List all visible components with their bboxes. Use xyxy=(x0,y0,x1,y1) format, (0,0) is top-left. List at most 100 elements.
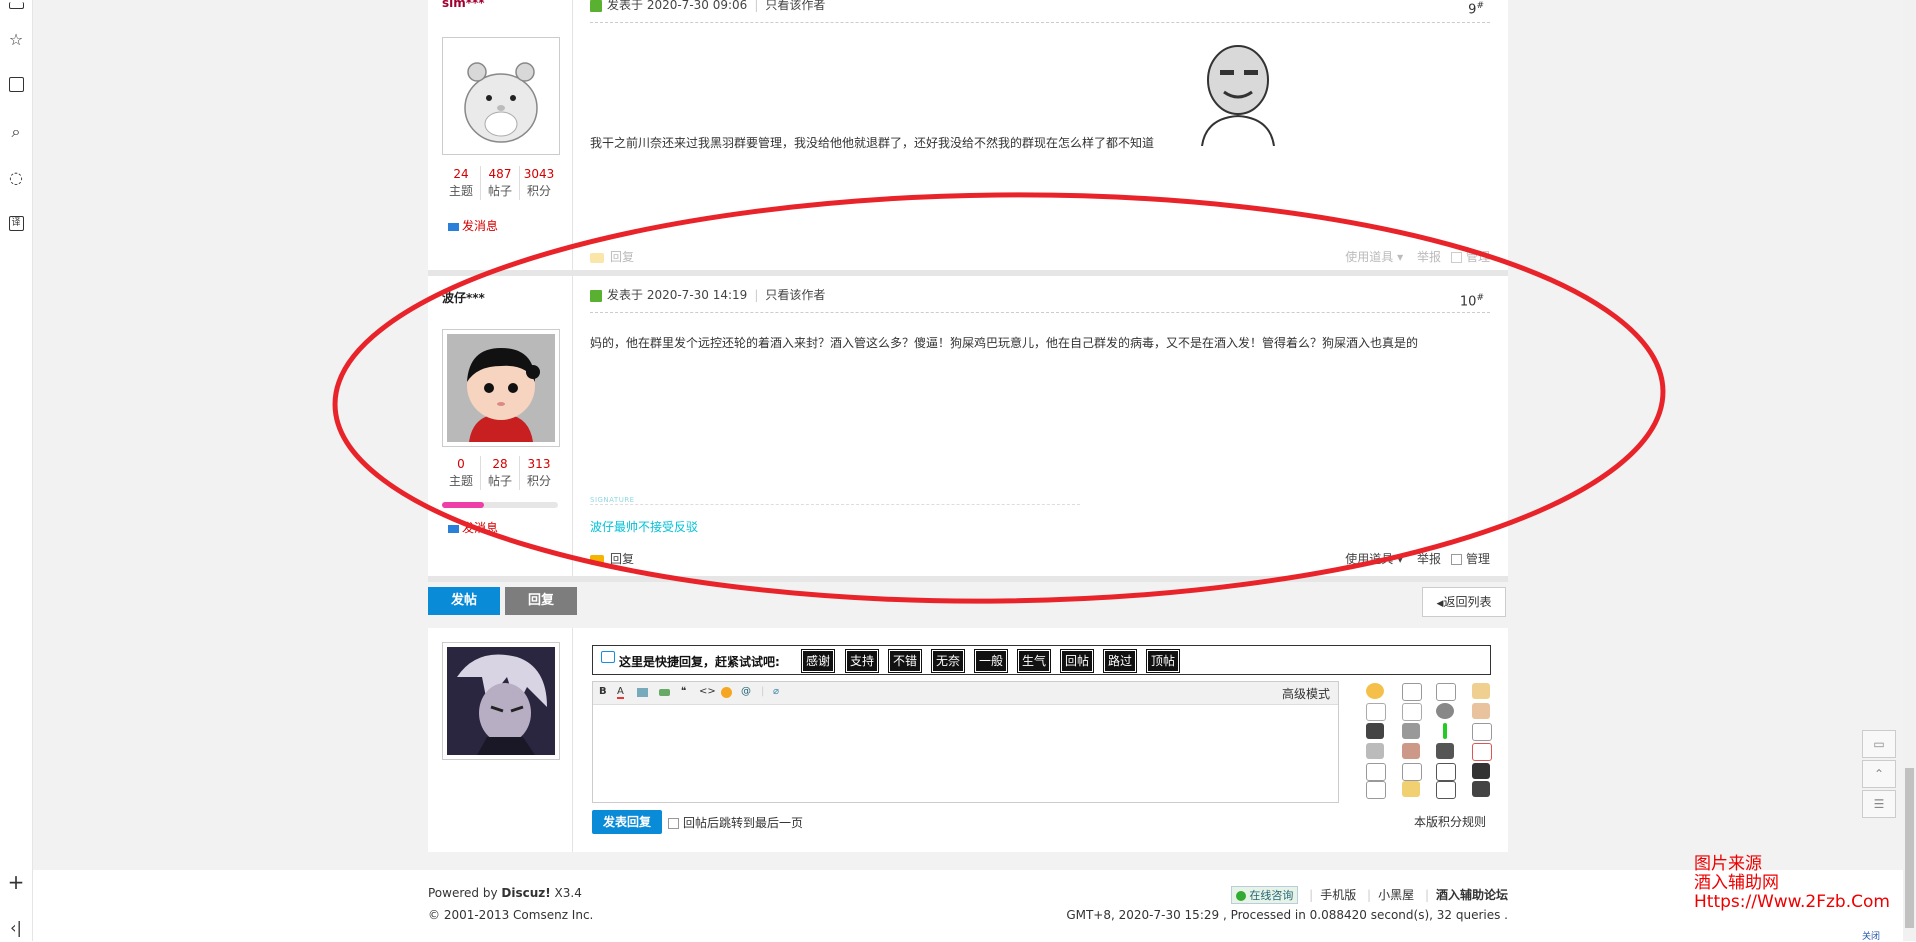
jump-last-checkbox[interactable] xyxy=(668,818,679,829)
list-icon[interactable]: ☰ xyxy=(1862,790,1896,818)
quick-tag[interactable]: 顶帖 xyxy=(1145,649,1181,673)
footer-link-blacklist[interactable]: 小黑屋 xyxy=(1378,888,1414,902)
points-rules-link[interactable]: 本版积分规则 xyxy=(1414,813,1486,830)
online-consult-button[interactable]: 在线咨询 xyxy=(1231,886,1299,904)
search-icon[interactable]: ⌕ xyxy=(6,122,26,142)
stat-points[interactable]: 313 积分 xyxy=(520,456,558,490)
floor-number[interactable]: 10# xyxy=(1460,287,1484,313)
manage-link[interactable]: 管理 xyxy=(1466,552,1490,566)
quick-tag[interactable]: 一般 xyxy=(973,649,1009,673)
quick-tag[interactable]: 不错 xyxy=(887,649,923,673)
quote-icon[interactable]: ❝ xyxy=(681,686,686,697)
smiley-icon[interactable] xyxy=(1436,683,1456,701)
floating-tools: ▭ ⌃ ☰ xyxy=(1862,730,1896,820)
jump-last-option[interactable]: 回帖后跳转到最后一页 xyxy=(668,814,803,831)
attachment-icon[interactable]: ⌀ xyxy=(773,686,779,697)
smiley-icon[interactable] xyxy=(1366,683,1384,699)
back-to-top-icon[interactable]: ⌃ xyxy=(1862,760,1896,788)
reply-button[interactable]: 回复 xyxy=(505,587,577,615)
smiley-icon[interactable] xyxy=(1366,703,1386,721)
smiley-icon[interactable] xyxy=(1402,743,1420,759)
advanced-mode-link[interactable]: 高级模式 xyxy=(1282,685,1330,702)
use-tools-link[interactable]: 使用道具 xyxy=(1345,552,1393,566)
report-link[interactable]: 举报 xyxy=(1417,250,1441,264)
close-watermark-link[interactable]: 关闭 xyxy=(1862,929,1880,942)
author-only-link[interactable]: 只看该作者 xyxy=(765,288,825,302)
stat-points[interactable]: 3043 积分 xyxy=(520,166,558,200)
new-post-button[interactable]: 发帖 xyxy=(428,587,500,615)
floor-number[interactable]: 9# xyxy=(1468,0,1484,21)
reply-textarea[interactable] xyxy=(593,705,1338,802)
code-icon[interactable]: <> xyxy=(699,686,716,697)
smiley-icon[interactable] xyxy=(1366,763,1386,781)
author-only-link[interactable]: 只看该作者 xyxy=(765,0,825,12)
font-color-icon[interactable]: A xyxy=(617,686,624,699)
smiley-icon[interactable] xyxy=(1402,763,1422,781)
manage-checkbox[interactable] xyxy=(1450,252,1462,263)
send-message-link[interactable]: 发消息 xyxy=(448,217,498,234)
smiley-icon[interactable] xyxy=(1472,763,1490,779)
manage-link[interactable]: 管理 xyxy=(1466,250,1490,264)
quick-tag[interactable]: 无奈 xyxy=(930,649,966,673)
smiley-icon[interactable] xyxy=(1402,723,1420,739)
submit-reply-button[interactable]: 发表回复 xyxy=(592,810,662,834)
report-link[interactable]: 举报 xyxy=(1417,552,1441,566)
smiley-icon[interactable] xyxy=(1402,781,1420,797)
quick-tag[interactable]: 生气 xyxy=(1016,649,1052,673)
smiley-icon[interactable] xyxy=(1366,781,1386,799)
smiley-icon[interactable] xyxy=(1443,723,1447,739)
smiley-icon[interactable] xyxy=(1366,743,1384,759)
image-icon[interactable] xyxy=(637,688,648,697)
footer-link-mobile[interactable]: 手机版 xyxy=(1320,888,1356,902)
quick-tag[interactable]: 回帖 xyxy=(1059,649,1095,673)
quick-comment-icon[interactable]: ▭ xyxy=(1862,730,1896,758)
chat-icon[interactable]: ◌ xyxy=(6,168,26,188)
smiley-icon[interactable] xyxy=(1402,683,1422,701)
reply-link[interactable]: 回复 xyxy=(610,552,634,566)
star-icon[interactable]: ☆ xyxy=(6,30,26,50)
avatar[interactable] xyxy=(442,37,560,155)
discuz-link[interactable]: Discuz! xyxy=(501,886,550,900)
collapse-icon[interactable]: ‹| xyxy=(6,918,26,938)
quick-tag[interactable]: 感谢 xyxy=(800,649,836,673)
page-scrollbar[interactable] xyxy=(1903,0,1916,941)
footer-link-forum[interactable]: 酒入辅助论坛 xyxy=(1436,888,1508,902)
send-message-link[interactable]: 发消息 xyxy=(448,519,498,536)
stat-posts[interactable]: 28 帖子 xyxy=(481,456,520,490)
quick-tag[interactable]: 支持 xyxy=(844,649,880,673)
smiley-icon[interactable] xyxy=(1366,723,1384,739)
level-progress-fill xyxy=(442,502,484,508)
bold-icon[interactable]: B xyxy=(599,686,607,697)
stat-posts[interactable]: 487 帖子 xyxy=(481,166,520,200)
at-icon[interactable]: @ xyxy=(741,686,751,697)
smiley-icon[interactable] xyxy=(1436,703,1454,719)
back-to-list-button[interactable]: ◀返回列表 xyxy=(1422,587,1506,617)
reply-link[interactable]: 回复 xyxy=(610,250,634,264)
use-tools-link[interactable]: 使用道具 xyxy=(1345,250,1393,264)
stat-threads[interactable]: 24 主题 xyxy=(442,166,481,200)
scroll-thumb[interactable] xyxy=(1905,768,1914,928)
quick-tag[interactable]: 路过 xyxy=(1102,649,1138,673)
smiley-icon[interactable] xyxy=(1402,703,1422,721)
smiley-icon[interactable] xyxy=(1436,743,1454,759)
smiley-icon[interactable] xyxy=(1472,723,1492,741)
smiley-icon[interactable] xyxy=(1436,781,1456,799)
smiley-icon[interactable] xyxy=(1472,683,1490,699)
add-icon[interactable]: + xyxy=(6,872,26,892)
book-icon[interactable] xyxy=(6,75,26,95)
smiley-icon[interactable] xyxy=(1472,743,1492,761)
translate-icon[interactable]: 译 xyxy=(6,214,26,234)
author-name[interactable]: 波仔*** xyxy=(442,289,485,306)
smiley-icon[interactable] xyxy=(1436,763,1456,781)
manage-checkbox[interactable] xyxy=(1450,554,1462,565)
smiley-icon[interactable] xyxy=(1472,781,1490,797)
smiley-icon[interactable] xyxy=(1472,703,1490,719)
post-header: 发表于 2020-7-30 14:19 | 只看该作者 10# xyxy=(590,284,1490,313)
author-name[interactable]: sim*** xyxy=(442,0,485,10)
tab-icon[interactable] xyxy=(6,0,26,20)
current-user-avatar[interactable] xyxy=(442,642,560,760)
smiley-icon[interactable] xyxy=(721,687,732,698)
stat-threads[interactable]: 0 主题 xyxy=(442,456,481,490)
avatar[interactable] xyxy=(442,329,560,447)
link-icon[interactable] xyxy=(659,689,670,696)
